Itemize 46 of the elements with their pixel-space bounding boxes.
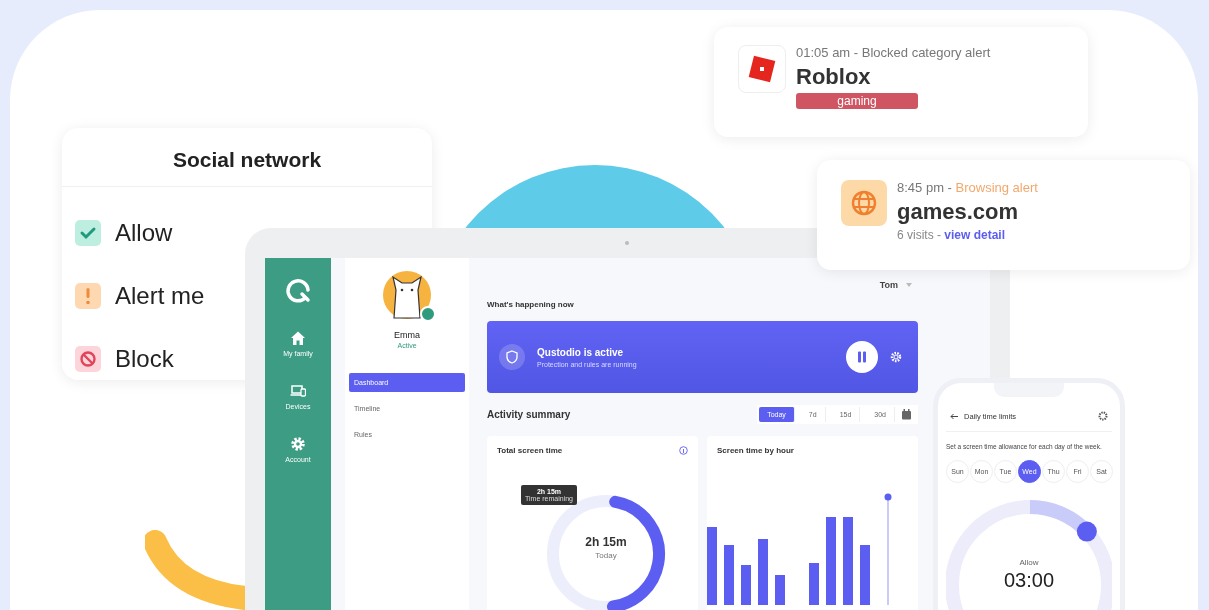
bar [741,565,751,605]
total-time-label: Today [594,551,618,560]
category-tag: gaming [796,93,918,109]
shield-icon [499,344,525,370]
visits-text: 6 visits - view detail [897,228,1007,242]
block-icon [75,345,101,372]
settings-icon[interactable] [1098,411,1108,421]
dial-handle[interactable] [1029,499,1097,542]
calendar-icon[interactable] [901,409,912,420]
option-label[interactable]: Block [115,344,174,373]
card-title: Screen time by hour [717,446,794,455]
logo-icon [284,276,312,304]
card-title: Total screen time [497,446,563,455]
devices-icon [290,383,306,399]
alert-time: 01:05 am - Blocked category alert [796,45,991,60]
home-icon [290,330,306,346]
time-value: 03:00 [1002,568,1056,592]
pause-button[interactable] [846,341,878,373]
check-icon [75,219,101,246]
option-label[interactable]: Alert me [115,281,205,310]
alert-title: Roblox [796,64,872,90]
card-title: Social network [62,128,432,187]
caret-icon [906,283,912,287]
gear-icon [290,436,306,452]
alert-time: 8:45 pm - Browsing alert [897,180,1038,195]
alert-title: games.com [897,199,1020,225]
app-icon [738,45,786,93]
total-time-value: 2h 15m [584,535,628,549]
avatar [380,268,434,322]
section-title: What's happening now [487,300,575,309]
info-icon[interactable] [679,446,688,455]
profile-name: Emma [394,330,420,340]
exclamation-icon [75,282,101,309]
back-arrow-icon[interactable] [950,412,959,420]
user-menu[interactable]: Tom [879,280,912,290]
banner-title: Qustodio is active [537,346,625,358]
bar [809,563,819,605]
bar [860,545,870,605]
option-label[interactable]: Allow [115,218,173,247]
activity-title: Activity summary [487,409,571,420]
dial-label: Allow [1018,557,1040,567]
bar [758,539,768,605]
bar [724,545,734,605]
bar [775,575,785,605]
globe-icon [841,180,887,226]
view-detail-link[interactable]: view detail [944,228,1006,242]
